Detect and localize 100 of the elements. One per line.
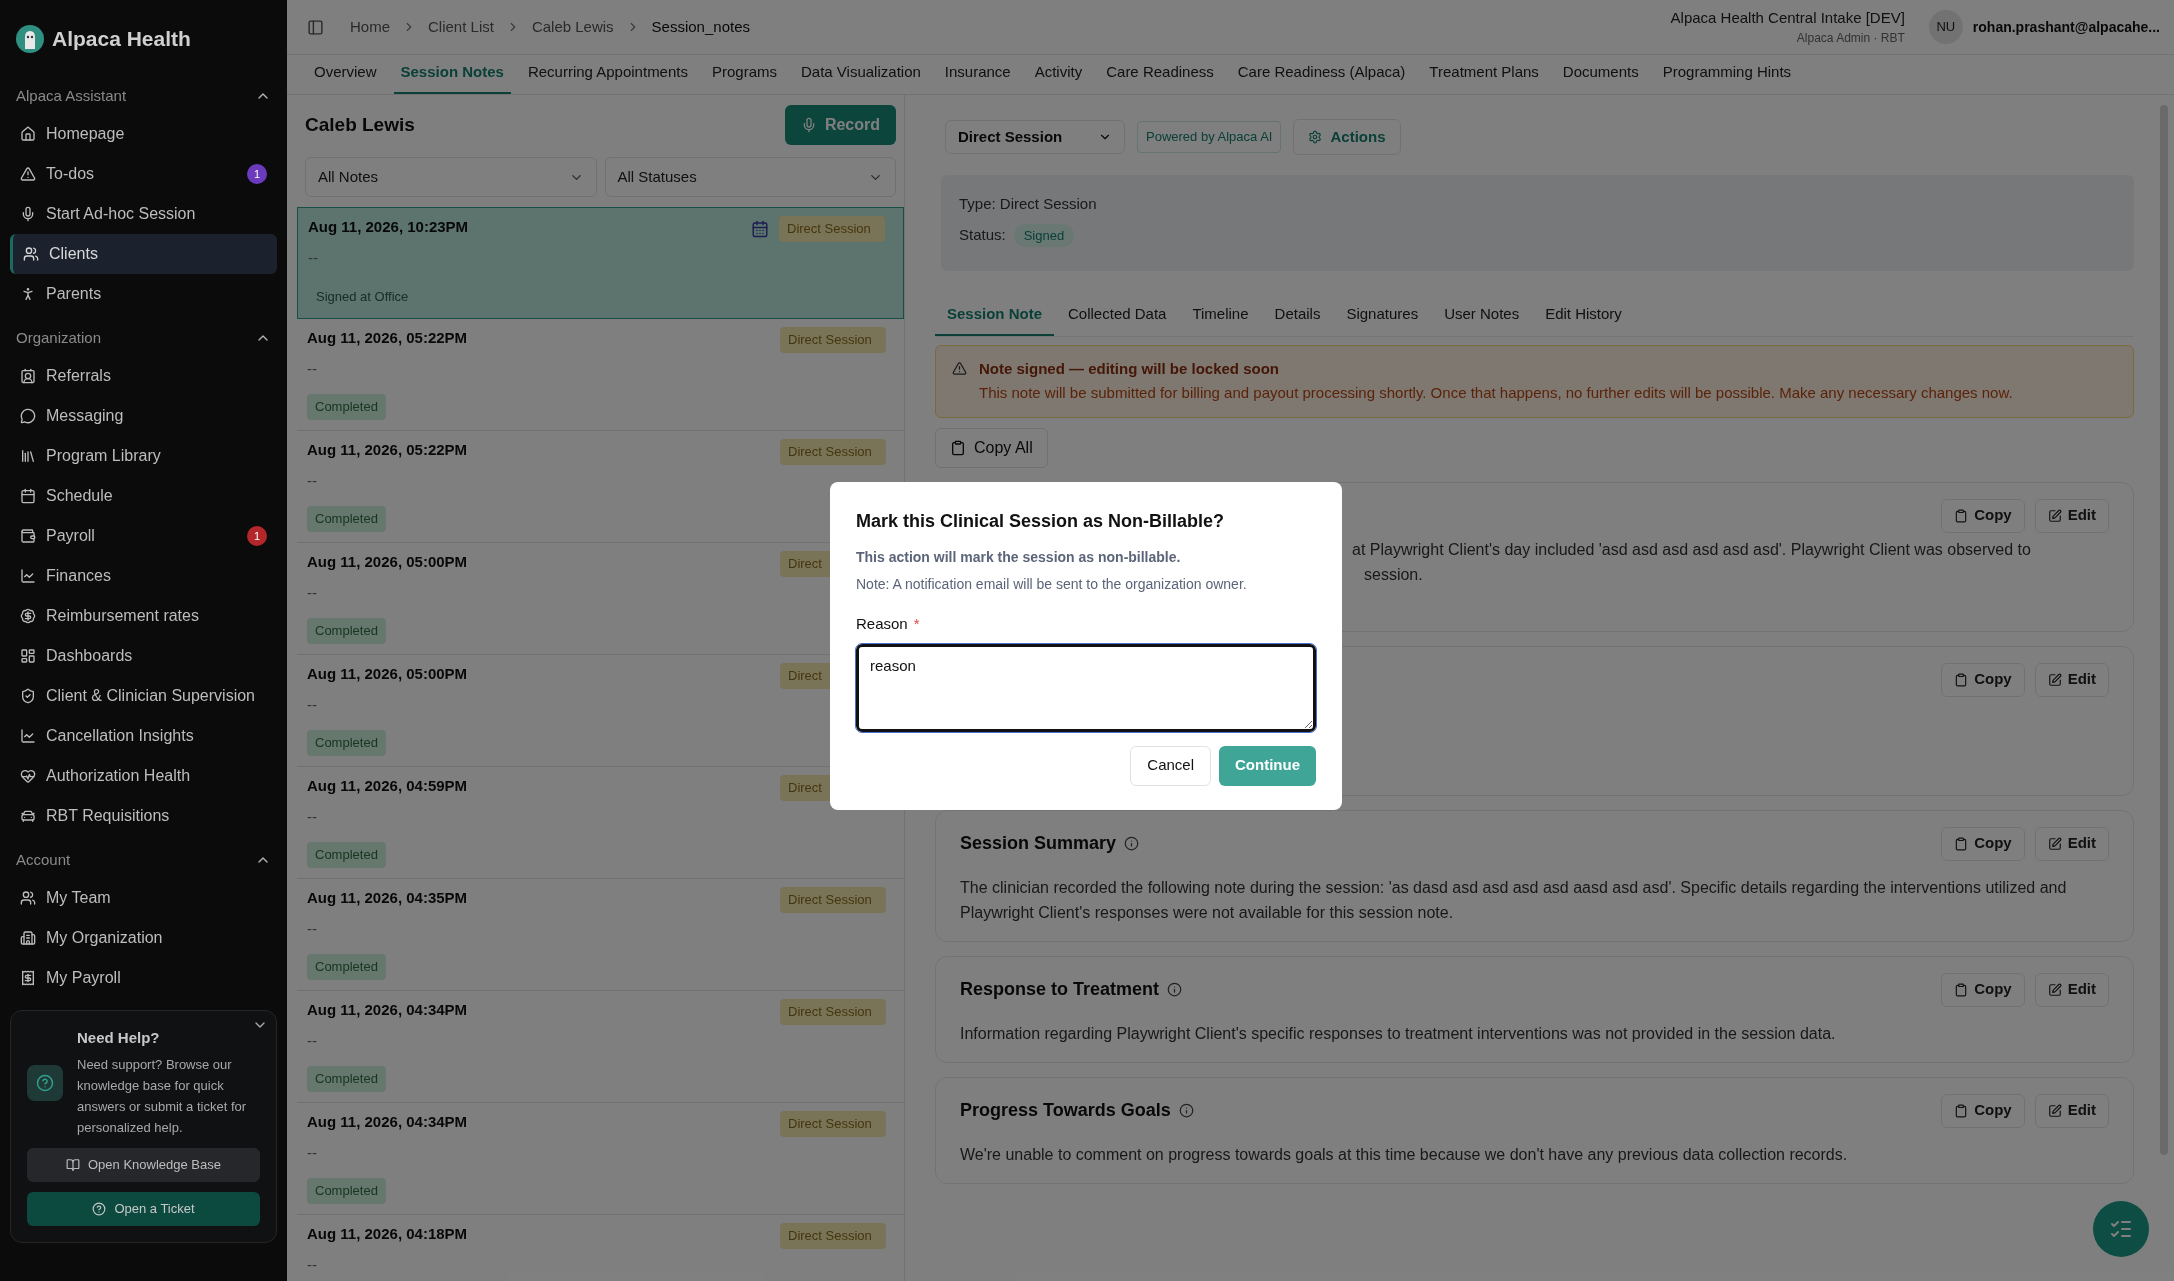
tab[interactable]: Signatures [1334,303,1431,336]
tab[interactable]: Programming Hints [1655,60,1799,94]
copy-button[interactable]: Copy [1941,662,2025,697]
note-date: Aug 11, 2026, 04:59PM [307,776,468,796]
continue-button[interactable]: Continue [1219,745,1316,786]
note-list-item[interactable]: Aug 11, 2026, 04:34PM -- Completed [307,1111,727,1204]
warning-icon [952,360,967,376]
tab[interactable]: Documents [1555,60,1646,94]
edit-button[interactable]: Edit [2034,972,2109,1007]
nav-item[interactable]: Authorization Health [10,756,277,796]
tab[interactable]: Programs [705,60,784,94]
nav-item[interactable]: Client & Clinician Supervision [10,676,277,716]
note-list-item[interactable]: Aug 11, 2026, 10:23PM -- Signed at Office Direct Session [297,207,904,319]
note-date: Aug 11, 2026, 04:34PM [307,1000,468,1020]
nav-item[interactable]: Program Library [10,436,277,476]
breadcrumb-link[interactable]: Client List [428,15,494,39]
note-list-item[interactable]: Aug 11, 2026, 04:18PM -- [307,1223,727,1276]
wallet-icon [20,528,36,544]
nav-item[interactable]: RBT Requisitions [10,796,277,836]
tab[interactable]: User Notes [1432,303,1532,336]
line-chart-icon [20,568,36,584]
status-tag: Completed [307,506,386,532]
nav-item[interactable]: Clients [10,234,277,274]
sidebar-toggle-icon[interactable] [307,18,324,36]
nav-item[interactable]: Referrals [10,356,277,396]
copy-button[interactable]: Copy [1941,972,2025,1007]
clipboard-icon [1954,672,1969,687]
tab[interactable]: Edit History [1533,303,1634,336]
actions-button[interactable]: Actions [1293,119,1401,155]
note-list-item[interactable]: Aug 11, 2026, 04:59PM -- Completed [307,775,727,868]
edit-button[interactable]: Edit [2034,826,2109,861]
tab[interactable]: Insurance [937,60,1018,94]
reason-field[interactable]: reason [856,643,1316,732]
nav-item[interactable]: Finances [10,556,277,596]
info-icon[interactable] [1178,1103,1194,1118]
filter-dropdown[interactable]: All Statuses [604,157,896,197]
note-list-item[interactable]: Aug 11, 2026, 05:00PM -- Completed [307,663,727,756]
user-avatar[interactable]: NU [1928,10,1963,44]
line-chart-icon [20,728,36,744]
tab[interactable]: Session Note [935,303,1055,336]
copy-button[interactable]: Copy [1941,498,2025,533]
edit-button[interactable]: Edit [2034,662,2109,697]
nav-item[interactable]: Homepage [10,114,277,154]
note-summary: -- [307,1030,317,1051]
note-summary: -- [307,806,317,827]
edit-button[interactable]: Edit [2034,498,2109,533]
nav-item[interactable]: My Payroll [10,958,277,998]
knowledge-base-button[interactable]: Open Knowledge Base [27,1147,260,1182]
help-text: Need support? Browse our knowledge base for quick answers or submit a ticket for personalized help. [77,1055,248,1137]
filter-dropdown[interactable]: All Notes [305,157,597,197]
warning-icon [20,166,36,182]
nav-item[interactable]: Messaging [10,396,277,436]
note-list-item[interactable]: Aug 11, 2026, 04:34PM -- Completed [307,999,727,1092]
ticket-button[interactable]: Open a Ticket [27,1191,260,1226]
nav-item[interactable]: Parents [10,274,277,314]
note-list-item[interactable]: Aug 11, 2026, 05:22PM -- Completed [307,439,727,532]
tab[interactable]: Timeline [1180,303,1261,336]
note-list-item[interactable]: Aug 11, 2026, 05:22PM -- Completed [307,327,727,420]
info-icon[interactable] [1124,836,1140,851]
tab[interactable]: Collected Data [1056,303,1179,336]
nav-item[interactable]: Dashboards [10,636,277,676]
home-icon [20,126,36,142]
status-tag: Completed [307,730,386,756]
nav-item[interactable]: Start Ad-hoc Session [10,194,277,234]
breadcrumb-link[interactable]: Caleb Lewis [531,15,614,39]
nav-item[interactable]: My Organization [10,918,277,958]
note-list-item[interactable]: Aug 11, 2026, 04:35PM -- Completed [307,887,727,980]
session-type-text: Type: Direct Session [959,194,1098,214]
copy-all-button[interactable]: Copy All [935,427,1048,468]
note-date: Aug 11, 2026, 04:34PM [307,1112,468,1132]
cancel-button[interactable]: Cancel [1130,745,1211,786]
nav-item[interactable]: Cancellation Insights [10,716,277,756]
tab[interactable]: Treatment Plans [1422,60,1546,94]
tab[interactable]: Session Notes [393,60,511,94]
tab[interactable]: Recurring Appointments [520,60,695,94]
tab[interactable]: Overview [307,60,384,94]
nav-item[interactable]: Schedule [10,476,277,516]
tab[interactable]: Data Visualization [794,60,928,94]
note-list-item[interactable]: Aug 11, 2026, 05:00PM -- Completed [307,551,727,644]
tab[interactable]: Care Readiness [1099,60,1221,94]
tab[interactable]: Activity [1027,60,1090,94]
status-tag: Completed [307,394,386,420]
info-icon[interactable] [1167,982,1183,997]
tab[interactable]: Care Readiness (Alpaca) [1230,60,1413,94]
user-email[interactable]: rohan.prashant@alpacahe... [1972,16,2160,38]
copy-button[interactable]: Copy [1941,1093,2025,1128]
nav-item[interactable]: Payroll 1 [10,516,277,556]
nav-item[interactable]: Reimbursement rates [10,596,277,636]
checklist-button[interactable] [2093,1201,2149,1257]
nav-item[interactable]: My Team [10,878,277,918]
clipboard-icon [950,439,966,456]
clipboard-icon [1954,1103,1969,1118]
session-type-dropdown[interactable]: Direct Session [945,120,1125,154]
edit-button[interactable]: Edit [2034,1093,2109,1128]
status-tag: Completed [307,954,386,980]
nav-item[interactable]: To-dos 1 [10,154,277,194]
record-button[interactable]: Record [784,105,896,145]
copy-button[interactable]: Copy [1941,826,2025,861]
tab[interactable]: Details [1262,303,1333,336]
breadcrumb-link[interactable]: Home [350,15,390,39]
